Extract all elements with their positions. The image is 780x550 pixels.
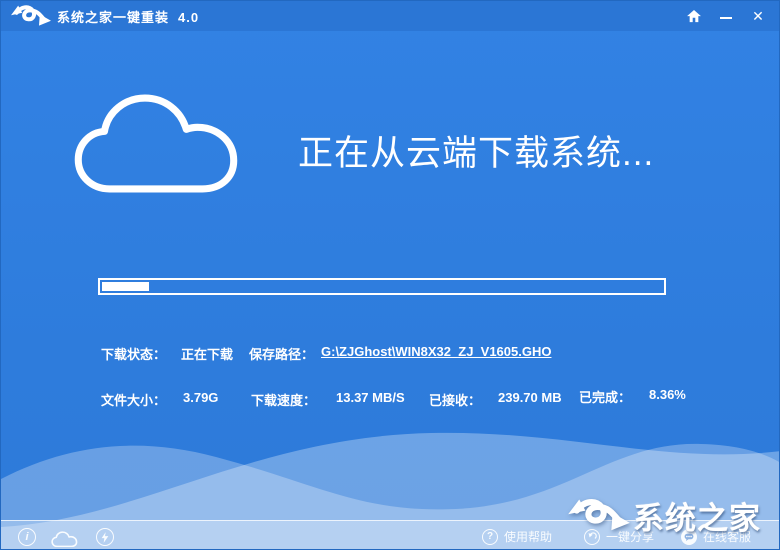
- lightning-icon: [101, 531, 109, 543]
- received-label: 已接收：: [429, 393, 482, 408]
- app-logo-icon: [11, 4, 51, 28]
- app-version: 4.0: [178, 9, 200, 25]
- info-icon: i: [25, 531, 29, 543]
- progress-bar: [98, 278, 666, 295]
- help-icon: ?: [482, 528, 498, 545]
- completed-label: 已完成：: [579, 390, 632, 405]
- download-speed-value: 13.37 MB/S: [336, 390, 405, 405]
- chat-icon: [681, 528, 697, 545]
- cloud-button[interactable]: [51, 530, 78, 547]
- online-support-label: 在线客服: [703, 530, 752, 544]
- home-icon: [687, 9, 701, 22]
- help-link[interactable]: ? 使用帮助: [482, 528, 552, 545]
- download-status-value: 正在下载: [181, 347, 234, 362]
- progress-fill: [102, 282, 149, 291]
- window-controls: ✕: [685, 1, 767, 31]
- file-size-value: 3.79G: [183, 390, 219, 405]
- info-button[interactable]: i: [18, 528, 36, 546]
- boost-button[interactable]: [96, 528, 114, 546]
- cloud-download-icon: [71, 91, 243, 198]
- status-headline: 正在从云端下载系统...: [298, 134, 655, 173]
- app-title: 系统之家一键重装 4.0: [57, 7, 199, 26]
- online-support-link[interactable]: 在线客服: [681, 528, 751, 545]
- titlebar: 系统之家一键重装 4.0 ✕: [1, 1, 779, 31]
- download-status-label: 下载状态：: [101, 347, 167, 362]
- close-button[interactable]: ✕: [749, 7, 767, 25]
- minimize-button[interactable]: [717, 7, 735, 25]
- share-icon: [584, 528, 600, 545]
- help-label: 使用帮助: [504, 530, 553, 544]
- completed-value: 8.36%: [649, 387, 686, 402]
- app-window: 系统之家一键重装 4.0 ✕ 正在从云端下载系统... 下载状态： 正在下载 保存…: [0, 0, 780, 550]
- share-link[interactable]: 一键分享: [584, 528, 654, 545]
- save-path-link[interactable]: G:\ZJGhost\WIN8X32_ZJ_V1605.GHO: [321, 344, 551, 359]
- app-title-text: 系统之家一键重装: [57, 9, 170, 25]
- save-path-label: 保存路径：: [249, 347, 315, 362]
- minimize-icon: [720, 17, 732, 19]
- footer-bar: [1, 520, 779, 549]
- cloud-icon: [51, 530, 78, 547]
- share-label: 一键分享: [606, 530, 655, 544]
- detail-row-1: 下载状态： 正在下载 保存路径： G:\ZJGhost\WIN8X32_ZJ_V…: [1, 344, 779, 362]
- received-value: 239.70 MB: [498, 390, 562, 405]
- home-button[interactable]: [685, 7, 703, 25]
- file-size-label: 文件大小：: [101, 393, 167, 408]
- download-speed-label: 下载速度：: [251, 393, 317, 408]
- detail-row-2: 文件大小： 3.79G 下载速度： 13.37 MB/S 已接收： 239.70…: [1, 387, 779, 408]
